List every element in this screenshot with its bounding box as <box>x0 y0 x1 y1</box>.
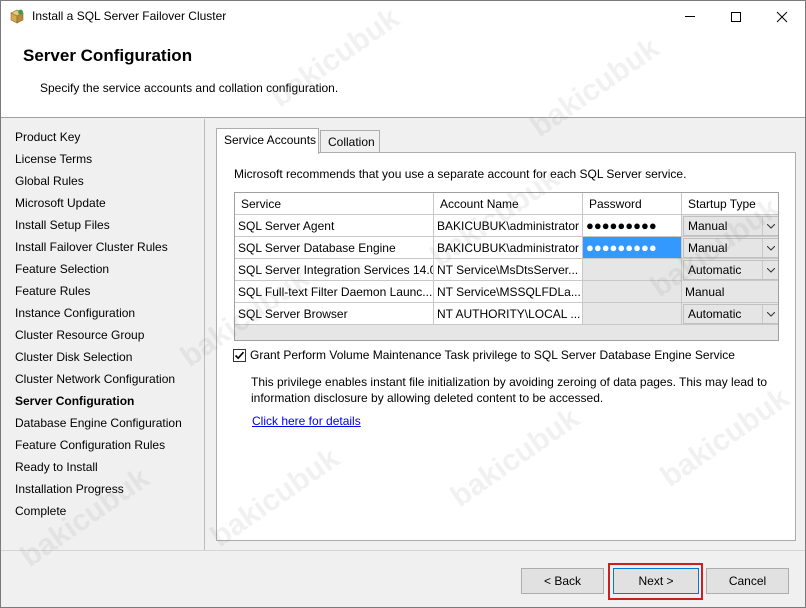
column-header-startup-type[interactable]: Startup Type <box>682 193 778 215</box>
column-header-service[interactable]: Service <box>235 193 434 215</box>
service-name-cell: SQL Server Browser <box>235 303 434 325</box>
startup-type-value: Manual <box>688 241 728 255</box>
window-title: Install a SQL Server Failover Cluster <box>32 9 227 23</box>
footer-divider <box>1 550 805 551</box>
service-accounts-panel: Microsoft recommends that you use a sepa… <box>216 152 796 541</box>
nav-item-cluster-network-configuration[interactable]: Cluster Network Configuration <box>15 372 175 386</box>
nav-item-complete[interactable]: Complete <box>15 504 66 518</box>
column-header-password[interactable]: Password <box>583 193 682 215</box>
startup-type-value: Automatic <box>688 307 742 321</box>
password-input <box>583 259 682 281</box>
step-navigation: Product Key License Terms Global Rules M… <box>1 119 206 551</box>
nav-item-microsoft-update[interactable]: Microsoft Update <box>15 196 106 210</box>
maximize-button[interactable] <box>713 1 759 32</box>
nav-item-feature-configuration-rules[interactable]: Feature Configuration Rules <box>15 438 165 452</box>
account-name-input[interactable]: NT Service\MsDtsServer... <box>434 259 583 281</box>
nav-item-instance-configuration[interactable]: Instance Configuration <box>15 306 135 320</box>
password-input[interactable]: ●●●●●●●●● <box>583 215 682 237</box>
password-input <box>583 303 682 325</box>
chevron-down-icon <box>762 239 778 257</box>
back-button[interactable]: < Back <box>521 568 604 594</box>
nav-item-install-setup-files[interactable]: Install Setup Files <box>15 218 110 232</box>
cancel-button[interactable]: Cancel <box>706 568 789 594</box>
service-name-cell: SQL Server Integration Services 14.0 <box>235 259 434 281</box>
account-name-input[interactable]: BAKICUBUK\administrator <box>434 237 583 259</box>
nav-item-feature-selection[interactable]: Feature Selection <box>15 262 109 276</box>
grid-header-row: Service Account Name Password Startup Ty… <box>235 193 778 215</box>
nav-item-install-failover-cluster-rules[interactable]: Install Failover Cluster Rules <box>15 240 168 254</box>
nav-item-cluster-disk-selection[interactable]: Cluster Disk Selection <box>15 350 132 364</box>
table-row: SQL Server Integration Services 14.0 NT … <box>235 259 778 281</box>
service-name-cell: SQL Full-text Filter Daemon Launc... <box>235 281 434 303</box>
password-mask: ●●●●●●●●● <box>586 218 657 233</box>
column-header-account-name[interactable]: Account Name <box>434 193 583 215</box>
grant-privilege-label[interactable]: Grant Perform Volume Maintenance Task pr… <box>250 348 735 362</box>
table-row: SQL Server Agent BAKICUBUK\administrator… <box>235 215 778 237</box>
nav-item-feature-rules[interactable]: Feature Rules <box>15 284 90 298</box>
password-mask: ●●●●●●●●● <box>586 240 657 255</box>
page-title: Server Configuration <box>23 46 193 65</box>
table-row: SQL Full-text Filter Daemon Launc... NT … <box>235 281 778 303</box>
setup-box-icon <box>10 9 24 24</box>
nav-item-installation-progress[interactable]: Installation Progress <box>15 482 124 496</box>
service-name-cell: SQL Server Agent <box>235 215 434 237</box>
nav-item-cluster-resource-group[interactable]: Cluster Resource Group <box>15 328 144 342</box>
page-subtitle: Specify the service accounts and collati… <box>40 81 339 95</box>
nav-item-server-configuration[interactable]: Server Configuration <box>15 394 134 408</box>
title-bar: Install a SQL Server Failover Cluster <box>1 1 805 32</box>
close-button[interactable] <box>759 1 805 32</box>
table-row: SQL Server Database Engine BAKICUBUK\adm… <box>235 237 778 259</box>
nav-item-global-rules[interactable]: Global Rules <box>15 174 84 188</box>
nav-item-license-terms[interactable]: License Terms <box>15 152 92 166</box>
chevron-down-icon <box>762 261 778 279</box>
grant-privilege-checkbox[interactable] <box>233 349 246 362</box>
minimize-icon <box>685 16 695 17</box>
tab-collation[interactable]: Collation <box>320 130 380 153</box>
nav-item-product-key[interactable]: Product Key <box>15 130 80 144</box>
page-header: Server Configuration Specify the service… <box>1 32 805 118</box>
startup-type-value: Automatic <box>688 263 742 277</box>
maximize-icon <box>731 11 741 22</box>
startup-type-readonly: Manual <box>682 281 778 303</box>
checkmark-icon <box>234 351 245 360</box>
close-icon <box>776 11 788 22</box>
nav-divider <box>204 119 205 550</box>
chevron-down-icon <box>762 305 778 323</box>
details-link[interactable]: Click here for details <box>252 414 361 428</box>
minimize-button[interactable] <box>667 1 713 32</box>
account-name-input[interactable]: NT AUTHORITY\LOCAL ... <box>434 303 583 325</box>
nav-item-ready-to-install[interactable]: Ready to Install <box>15 460 98 474</box>
account-name-input[interactable]: BAKICUBUK\administrator <box>434 215 583 237</box>
chevron-down-icon <box>762 217 778 235</box>
nav-item-database-engine-configuration[interactable]: Database Engine Configuration <box>15 416 182 430</box>
recommendation-text: Microsoft recommends that you use a sepa… <box>234 167 687 181</box>
installer-window: Install a SQL Server Failover Cluster Se… <box>0 0 806 608</box>
account-name-input[interactable]: NT Service\MSSQLFDLa... <box>434 281 583 303</box>
service-name-cell: SQL Server Database Engine <box>235 237 434 259</box>
service-accounts-grid: Service Account Name Password Startup Ty… <box>234 192 779 341</box>
startup-type-select[interactable]: Automatic <box>683 260 778 280</box>
startup-type-select[interactable]: Manual <box>683 216 778 236</box>
table-row: SQL Server Browser NT AUTHORITY\LOCAL ..… <box>235 303 778 325</box>
startup-type-value: Manual <box>688 219 728 233</box>
next-button-highlight <box>608 563 703 600</box>
startup-type-select[interactable]: Automatic <box>683 304 778 324</box>
password-input[interactable]: ●●●●●●●●● <box>583 237 682 259</box>
tab-service-accounts[interactable]: Service Accounts <box>216 128 319 154</box>
privilege-description: This privilege enables instant file init… <box>251 375 768 405</box>
password-input <box>583 281 682 303</box>
startup-type-select[interactable]: Manual <box>683 238 778 258</box>
